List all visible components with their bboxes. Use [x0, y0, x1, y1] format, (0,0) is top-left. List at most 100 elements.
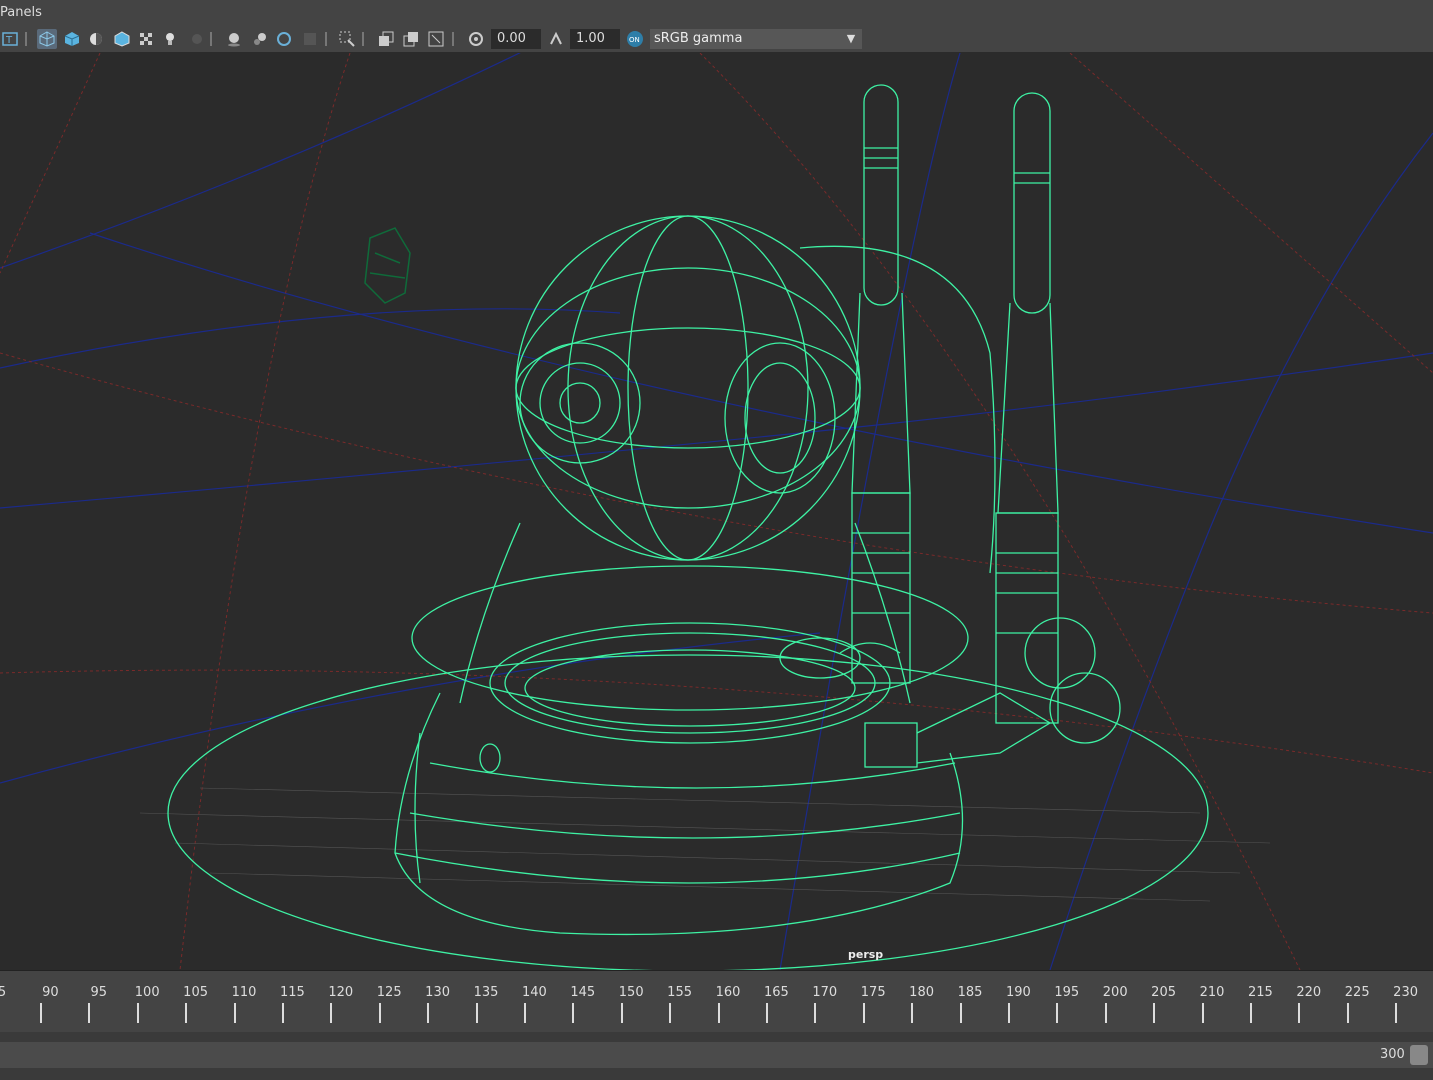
color-management-icon[interactable]: ON — [625, 29, 645, 49]
menu-bar: Panels — [0, 0, 1433, 26]
toolbar-separator — [210, 32, 212, 46]
timeline-tick — [814, 1003, 817, 1023]
exposure-icon[interactable] — [466, 29, 486, 49]
timeline-frame-label: 220 — [1296, 985, 1322, 1000]
timeline-tick — [1250, 1003, 1252, 1023]
timeline-frame-label: 210 — [1199, 985, 1225, 1000]
timeline-frame-label: 175 — [860, 985, 886, 1000]
timeline-frame-label: 225 — [1344, 985, 1370, 1000]
multisample-icon[interactable] — [250, 29, 270, 49]
gamma-field[interactable]: 1.00 — [570, 29, 620, 49]
grid-lines-red — [0, 53, 1433, 970]
timeline-frame-label: 155 — [667, 985, 693, 1000]
range-slider[interactable]: 300 — [0, 1032, 1433, 1080]
timeline-frame-label: 135 — [473, 985, 499, 1000]
timeline-tick — [282, 1003, 284, 1023]
timeline-tick — [1201, 1003, 1204, 1023]
timeline-tick — [669, 1003, 672, 1023]
3d-viewport[interactable]: persp — [0, 53, 1433, 970]
grid-lines-blue — [0, 53, 1433, 970]
timeline-frame-label: 185 — [957, 985, 983, 1000]
ground-grid — [139, 787, 1271, 902]
smooth-shade-icon[interactable] — [62, 29, 82, 49]
timeline-tick — [427, 1003, 430, 1023]
timeline-frame-label: 110 — [231, 985, 257, 1000]
color-space-dropdown[interactable]: sRGB gamma — [650, 29, 840, 49]
timeline-tick — [862, 1003, 865, 1023]
timeline-tick — [233, 1003, 236, 1023]
timeline-tick — [1056, 1003, 1059, 1023]
svg-text:T: T — [5, 35, 13, 46]
xray-active-icon[interactable] — [401, 29, 421, 49]
timeline-tick — [330, 1003, 333, 1023]
time-slider[interactable]: 5 90 95 100 105 110 115 120 125 130 135 140 145 150 15… — [0, 970, 1433, 1033]
timeline-tick — [475, 1003, 478, 1023]
timeline-frame-label: 150 — [618, 985, 644, 1000]
timeline-frame-label: 160 — [715, 985, 741, 1000]
timeline-frame-label: 195 — [1054, 985, 1080, 1000]
ambient-occlusion-icon[interactable] — [186, 29, 206, 49]
frame-all-icon[interactable] — [426, 29, 446, 49]
timeline-frame-label: 120 — [328, 985, 354, 1000]
timeline-tick — [88, 1003, 91, 1023]
timeline-tick — [959, 1003, 962, 1023]
range-end-handle[interactable] — [1410, 1045, 1428, 1065]
timeline-frame-label: 90 — [42, 985, 59, 1000]
use-lights-icon[interactable] — [136, 29, 156, 49]
timeline-frame-label: 5 — [0, 985, 7, 1000]
timeline-frame-label: 215 — [1247, 985, 1273, 1000]
timeline-frame-label: 165 — [763, 985, 789, 1000]
timeline-frame-label: 105 — [183, 985, 209, 1000]
camera-attr-icon[interactable]: T — [0, 29, 20, 49]
textured-icon[interactable] — [112, 29, 132, 49]
timeline-frame-label: 200 — [1102, 985, 1128, 1000]
viewport-canvas — [0, 53, 1433, 970]
timeline-frame-label: 115 — [279, 985, 305, 1000]
xray-icon[interactable] — [337, 29, 357, 49]
timeline-tick — [572, 1003, 575, 1023]
range-track[interactable] — [0, 1042, 1433, 1068]
timeline-frame-label: 140 — [521, 985, 547, 1000]
motion-blur-icon[interactable] — [224, 29, 244, 49]
timeline-tick — [524, 1003, 526, 1023]
timeline-frame-label: 170 — [812, 985, 838, 1000]
svg-text:ON: ON — [629, 36, 640, 44]
timeline-frame-label: 130 — [425, 985, 451, 1000]
toolbar-separator — [452, 32, 454, 46]
timeline-tick — [1104, 1003, 1107, 1023]
shadows-icon[interactable] — [160, 29, 180, 49]
chevron-down-icon[interactable]: ▼ — [840, 29, 862, 49]
timeline-frame-label: 180 — [909, 985, 935, 1000]
timeline-tick — [378, 1003, 381, 1023]
range-end-value: 300 — [1380, 1047, 1405, 1062]
exposure-field[interactable]: 0.00 — [491, 29, 541, 49]
timeline-tick — [717, 1003, 720, 1023]
viewport-toolbar: T 0.00 1.00 ON sRGB gamma ▼ — [0, 26, 1433, 53]
isolate-select-icon[interactable] — [300, 29, 320, 49]
toolbar-separator — [25, 32, 27, 46]
timeline-tick — [620, 1003, 623, 1023]
timeline-tick — [40, 1003, 42, 1023]
timeline-tick — [1346, 1003, 1349, 1023]
toolbar-separator — [362, 32, 364, 46]
timeline-frame-label: 205 — [1151, 985, 1177, 1000]
xray-joints-icon[interactable] — [376, 29, 396, 49]
timeline-frame-label: 100 — [134, 985, 160, 1000]
depth-of-field-icon[interactable] — [274, 29, 294, 49]
timeline-tick — [185, 1003, 188, 1023]
timeline-tick — [766, 1003, 768, 1023]
timeline-frame-label: 190 — [1005, 985, 1031, 1000]
camera-name-label: persp — [848, 948, 884, 961]
timeline-frame-label: 95 — [90, 985, 108, 1000]
timeline-frame-label: 145 — [570, 985, 596, 1000]
panels-menu[interactable]: Panels — [0, 5, 42, 20]
shade-default-icon[interactable] — [86, 29, 106, 49]
timeline-frame-label: 230 — [1393, 985, 1419, 1000]
timeline-tick — [911, 1003, 914, 1023]
timeline-tick — [1008, 1003, 1010, 1023]
timeline-tick — [1395, 1003, 1398, 1023]
timeline-tick — [1153, 1003, 1156, 1023]
gamma-icon[interactable] — [546, 29, 566, 49]
wireframe-icon[interactable] — [37, 29, 57, 49]
timeline-tick — [136, 1003, 139, 1023]
